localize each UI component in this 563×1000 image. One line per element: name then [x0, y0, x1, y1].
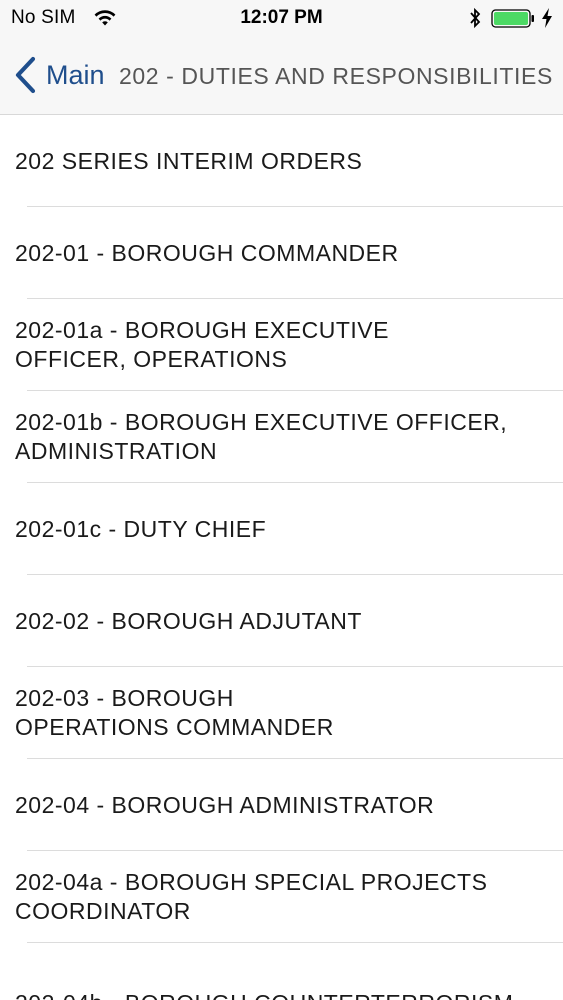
list-item-label: 202-04a - BOROUGH SPECIAL PROJECTS COORDI… [15, 869, 488, 924]
list-item[interactable]: 202-01c - DUTY CHIEF [0, 483, 563, 575]
list-item-label: 202 SERIES INTERIM ORDERS [15, 147, 363, 174]
list-item[interactable]: 202-01a - BOROUGH EXECUTIVE OFFICER, OPER… [0, 299, 563, 391]
list-item-label: 202-04 - BOROUGH ADMINISTRATOR [15, 791, 435, 818]
page-title: 202 - DUTIES AND RESPONSIBILITIES [119, 63, 553, 89]
list-item-label: 202-01c - DUTY CHIEF [15, 515, 267, 542]
back-button[interactable]: Main [12, 56, 105, 94]
list-item[interactable]: 202 SERIES INTERIM ORDERS [0, 115, 563, 207]
list-item[interactable]: 202-03 - BOROUGH OPERATIONS COMMANDER [0, 667, 563, 759]
charging-bolt-icon [542, 8, 552, 28]
list-item-label: 202-01b - BOROUGH EXECUTIVE OFFICER, ADMI… [15, 409, 508, 464]
list-item[interactable]: 202-01b - BOROUGH EXECUTIVE OFFICER, ADMI… [0, 391, 563, 483]
back-button-label: Main [46, 60, 105, 90]
list-item-label: 202-04b - BOROUGH COUNTERTERRORISMCOORDI… [15, 989, 513, 1000]
list-item[interactable]: 202-01 - BOROUGH COMMANDER [0, 207, 563, 299]
bluetooth-icon [470, 7, 481, 29]
section-list: 202 SERIES INTERIM ORDERS 202-01 - BOROU… [0, 115, 563, 1000]
list-item-label: 202-02 - BOROUGH ADJUTANT [15, 607, 362, 634]
list-item-label: 202-03 - BOROUGH OPERATIONS COMMANDER [15, 685, 334, 740]
list-item[interactable]: 202-04a - BOROUGH SPECIAL PROJECTS COORDI… [0, 851, 563, 943]
navigation-bar: Main 202 - DUTIES AND RESPONSIBILITIES [0, 38, 563, 115]
list-item-label: 202-01 - BOROUGH COMMANDER [15, 239, 399, 266]
list-item[interactable]: 202-04b - BOROUGH COUNTERTERRORISMCOORDI… [0, 943, 563, 1000]
status-bar: No SIM 12:07 PM [0, 0, 563, 38]
list-item[interactable]: 202-04 - BOROUGH ADMINISTRATOR [0, 759, 563, 851]
chevron-left-icon [15, 56, 36, 94]
list-item-label: 202-01a - BOROUGH EXECUTIVE OFFICER, OPER… [15, 317, 389, 372]
battery-icon [491, 9, 534, 28]
list-item[interactable]: 202-02 - BOROUGH ADJUTANT [0, 575, 563, 667]
screen: No SIM 12:07 PM Main 202 - DUTIES AND RE… [0, 0, 563, 1000]
